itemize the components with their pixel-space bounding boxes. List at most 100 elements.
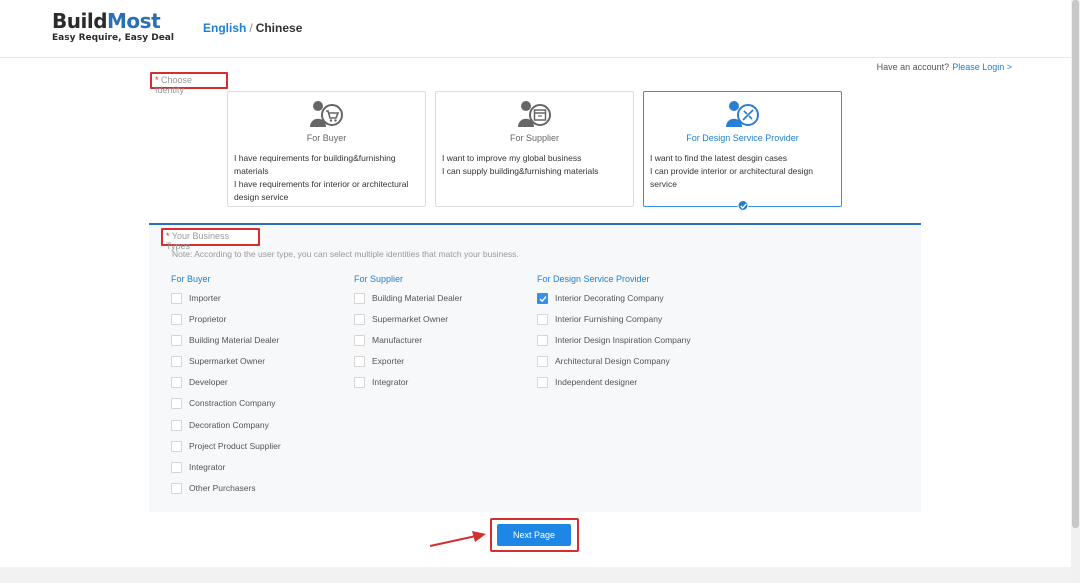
supplier-shop-icon [517,100,553,128]
option-checkbox-row[interactable]: Integrator [354,376,408,388]
column-title-buyer: For Buyer [171,274,211,284]
identity-card-supplier[interactable]: For Supplier I want to improve my global… [435,91,634,207]
option-checkbox-row[interactable]: Interior Furnishing Company [537,313,662,325]
checkbox[interactable] [171,292,182,304]
design-tools-icon [725,100,761,128]
checkbox[interactable] [354,292,365,304]
option-checkbox-row[interactable]: Decoration Company [171,419,269,431]
description-line: I can supply building&furnishing materia… [442,166,599,176]
checkbox[interactable] [171,397,182,409]
option-label: Building Material Dealer [189,335,280,345]
option-checkbox-row[interactable]: Other Purchasers [171,482,256,494]
option-checkbox-row[interactable]: Supermarket Owner [171,355,265,367]
checkbox[interactable] [171,334,182,346]
option-checkbox-row[interactable]: Exporter [354,355,404,367]
login-prompt-text: Have an account? [876,62,950,72]
option-label: Independent designer [555,377,638,387]
footer-band [0,567,1071,583]
option-label: Building Material Dealer [372,293,463,303]
option-label: Proprietor [189,314,227,324]
option-checkbox-row[interactable]: Supermarket Owner [354,313,448,325]
checkbox[interactable] [354,334,365,346]
option-checkbox-row[interactable]: Architectural Design Company [537,355,670,367]
checkbox[interactable] [171,482,182,494]
checkbox[interactable] [171,461,182,473]
description-line: I have requirements for building&furnish… [234,153,396,163]
login-prompt: Have an account? Please Login > [877,62,1012,72]
choose-identity-label-text: Choose Identity [155,75,193,95]
column-title-supplier: For Supplier [354,274,404,284]
description-line: I can provide interior or architectural … [650,166,813,176]
option-label: Manufacturer [372,335,423,345]
logo-wordmark: BuildMost [52,11,174,31]
description-line: I want to improve my global business [442,153,582,163]
option-label: Exporter [372,356,405,366]
option-checkbox-row[interactable]: Interior Decorating Company [537,292,664,304]
logo-tagline: Easy Require, Easy Deal [52,33,174,43]
logo[interactable]: BuildMost Easy Require, Easy Deal [52,11,174,43]
description-line: materials [234,166,269,176]
option-label: Constraction Company [189,398,276,408]
header: BuildMost Easy Require, Easy Deal Englis… [0,0,1080,58]
language-chinese-link[interactable]: Chinese [256,21,303,35]
option-checkbox-row[interactable]: Developer [171,376,228,388]
option-label: Interior Decorating Company [555,293,664,303]
option-label: Importer [189,293,221,303]
logo-word-build: Build [52,9,108,33]
option-checkbox-row[interactable]: Constraction Company [171,397,275,409]
option-checkbox-row[interactable]: Integrator [171,461,225,473]
option-checkbox-row[interactable]: Building Material Dealer [171,334,279,346]
identity-card-design-provider[interactable]: For Design Service Provider I want to fi… [643,91,842,211]
checkbox[interactable] [354,355,365,367]
identity-card-description: I want to improve my global business I c… [442,152,627,178]
checkbox[interactable] [537,355,548,367]
business-types-note: Note: According to the user type, you ca… [172,249,519,259]
description-line: design service [234,192,289,202]
option-label: Interior Design Inspiration Company [555,335,691,345]
login-link[interactable]: Please Login > [952,62,1012,72]
option-checkbox-row[interactable]: Proprietor [171,313,226,325]
business-types-panel [149,225,921,512]
identity-card-buyer[interactable]: For Buyer I have requirements for buildi… [227,91,426,207]
option-checkbox-row[interactable]: Project Product Supplier [171,440,281,452]
selected-check-icon [737,200,748,211]
column-title-design-provider: For Design Service Provider [537,274,650,284]
option-checkbox-row[interactable]: Independent designer [537,376,637,388]
identity-card-title: For Supplier [509,133,560,143]
identity-card-description: I want to find the latest desgin cases I… [650,152,835,191]
checkbox[interactable] [354,313,365,325]
description-line: I want to find the latest desgin cases [650,153,788,163]
checkbox[interactable] [171,376,182,388]
option-checkbox-row[interactable]: Building Material Dealer [354,292,462,304]
checkbox[interactable] [171,419,182,431]
checkbox[interactable] [354,376,365,388]
description-line: I have requirements for interior or arch… [234,179,409,189]
scrollbar-thumb[interactable] [1072,0,1079,528]
language-separator: / [249,21,253,35]
option-label: Supermarket Owner [372,314,449,324]
checkbox-checked[interactable] [537,292,548,304]
description-line: service [650,179,677,189]
page-scrollbar[interactable] [1071,0,1080,583]
buyer-cart-icon [309,100,345,128]
option-checkbox-row[interactable]: Interior Design Inspiration Company [537,334,691,346]
checkbox[interactable] [171,440,182,452]
language-english-link[interactable]: English [203,21,246,35]
option-label: Other Purchasers [189,483,256,493]
business-types-label: * Your Business Types [161,228,260,251]
option-label: Integrator [372,377,409,387]
option-checkbox-row[interactable]: Manufacturer [354,334,422,346]
checkbox[interactable] [537,334,548,346]
checkbox[interactable] [171,355,182,367]
annotation-arrow-icon [429,531,486,547]
checkbox[interactable] [537,376,548,388]
option-label: Decoration Company [189,420,269,430]
option-label: Supermarket Owner [189,356,266,366]
checkbox[interactable] [171,313,182,325]
checkbox[interactable] [537,313,548,325]
option-checkbox-row[interactable]: Importer [171,292,221,304]
identity-card-title: For Buyer [306,133,347,143]
identity-card-description: I have requirements for building&furnish… [234,152,419,204]
language-switcher: English / Chinese [203,21,302,35]
next-page-button[interactable]: Next Page [497,524,571,546]
